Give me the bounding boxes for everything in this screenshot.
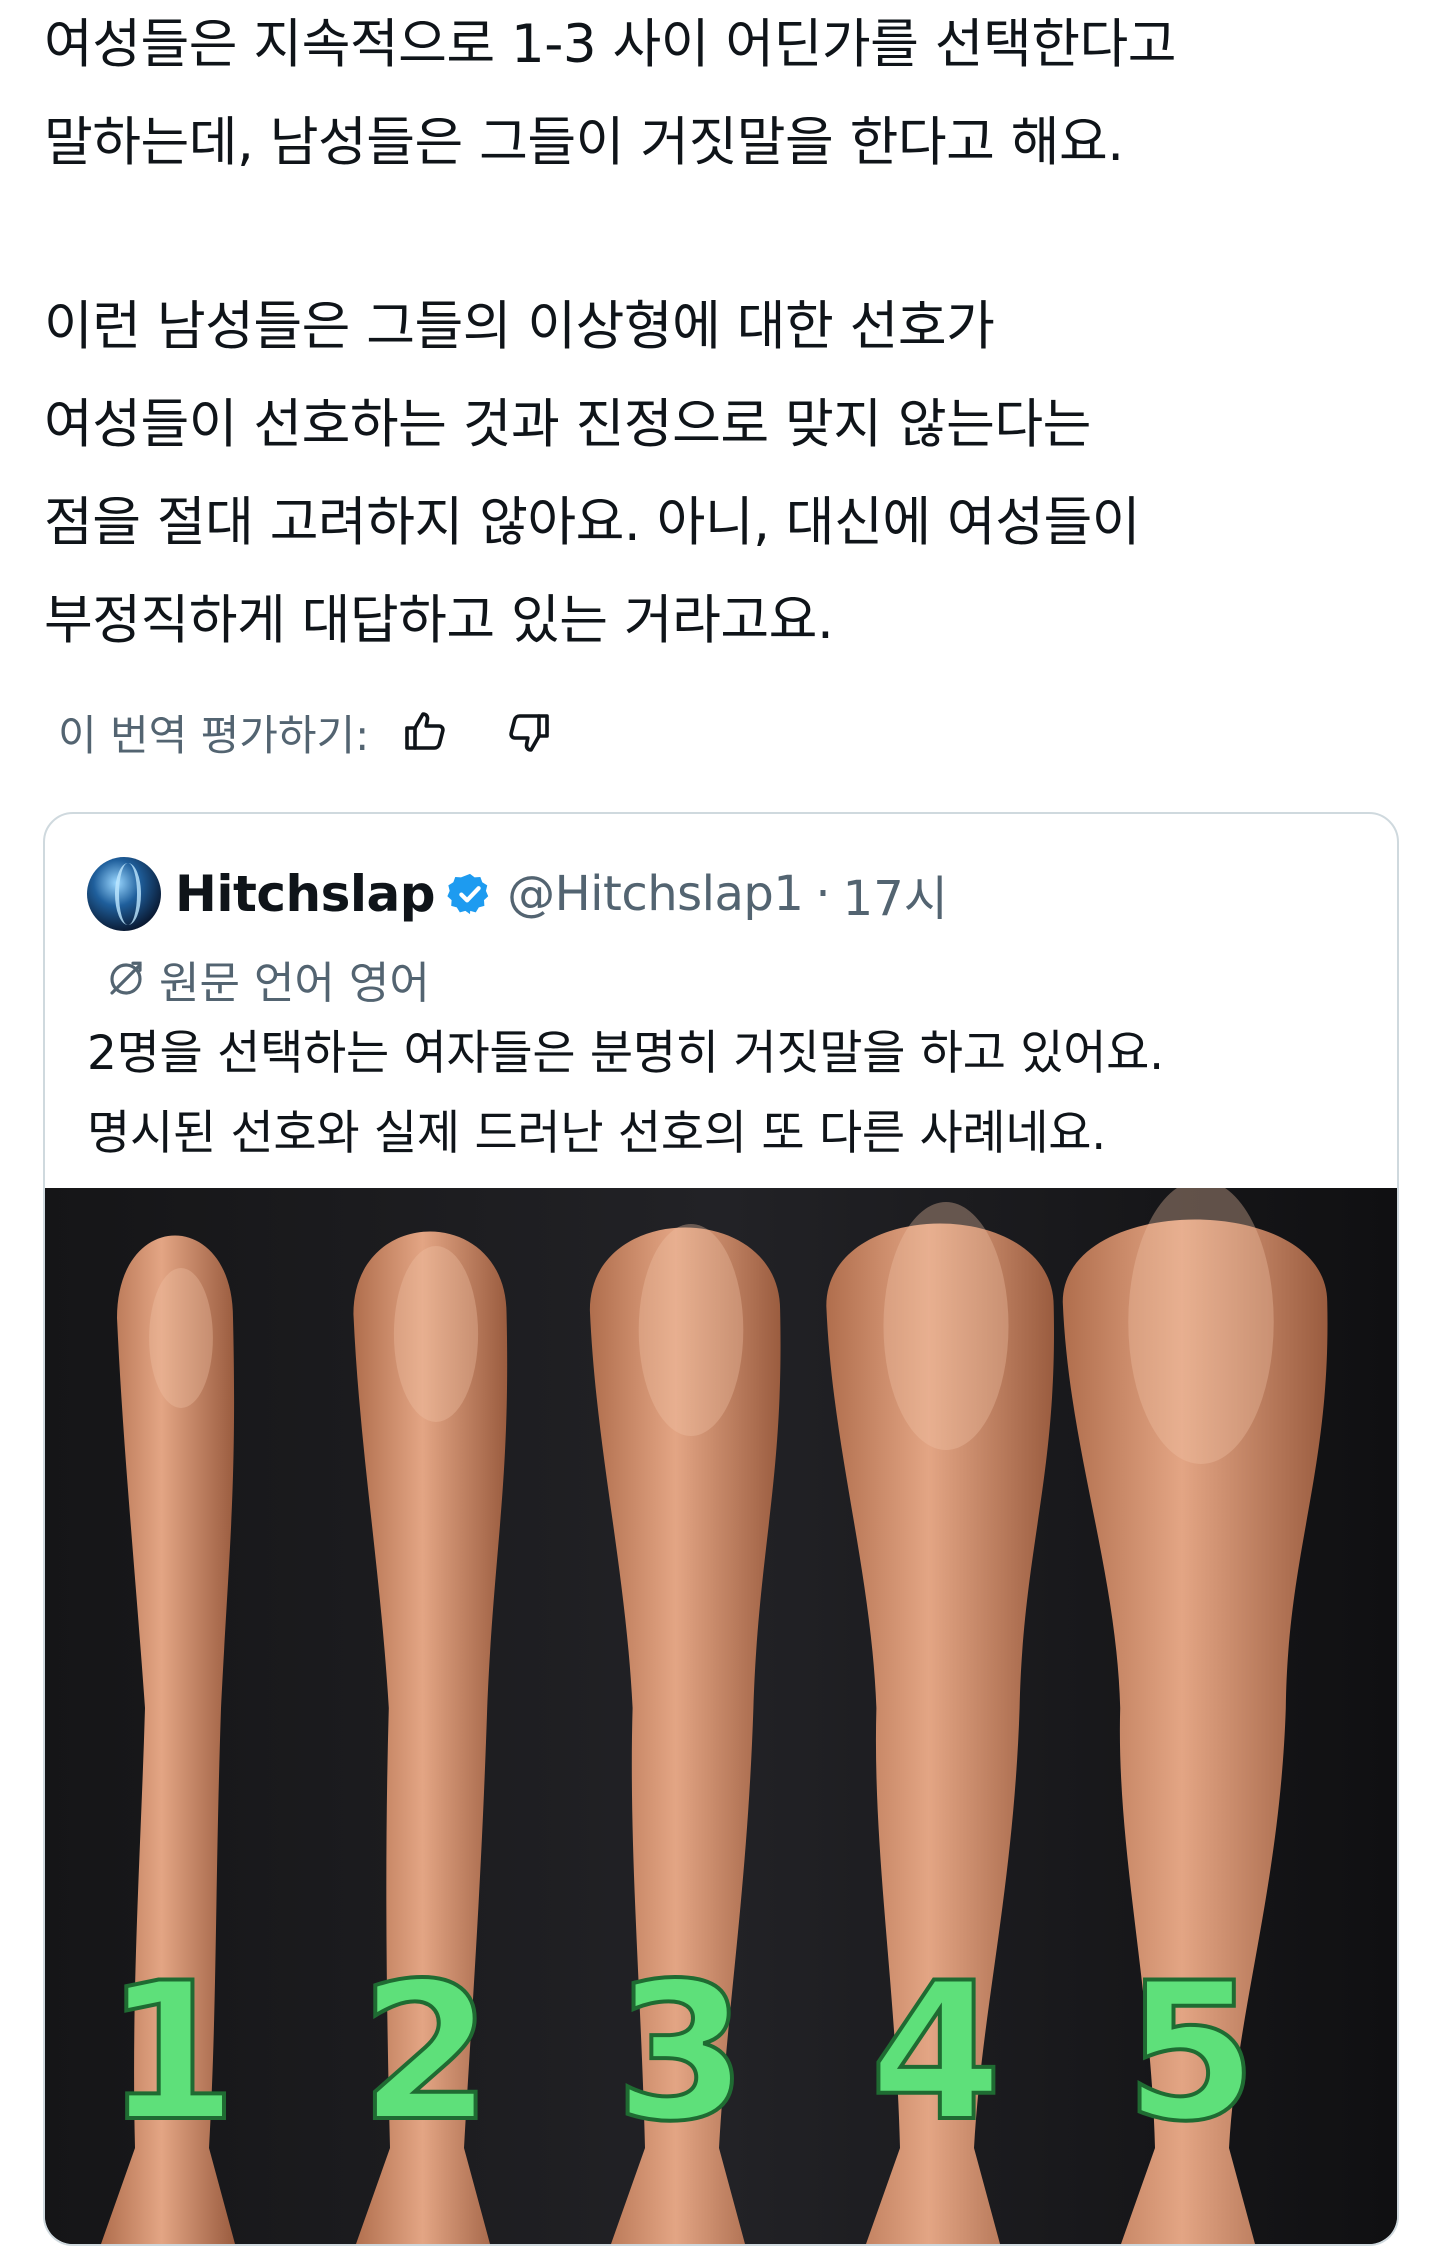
quoted-tweet-text: 2명을 선택하는 여자들은 분명히 거짓말을 하고 있어요. 명시된 선호와 실… (87, 1014, 1377, 1174)
arm-number-3: 3 (615, 1942, 747, 2163)
arm-number-4: 4 (870, 1942, 1002, 2163)
translation-rating: 이 번역 평가하기: (58, 700, 555, 764)
arms-illustration: 12345 (45, 1188, 1397, 2244)
thumbs-down-icon (509, 714, 550, 752)
quoted-tweet-card[interactable]: Hitchslap @Hitchslap1 · 17시 원문 언어 영어 2명을… (43, 812, 1399, 2246)
timestamp[interactable]: 17시 (843, 859, 948, 929)
arm-number-5: 5 (1125, 1942, 1257, 2163)
arm-muscle-highlight (638, 1224, 744, 1436)
quoted-tweet-line: 명시된 선호와 실제 드러난 선호의 또 다른 사례네요. (87, 1106, 1106, 1161)
verified-badge-icon (447, 873, 489, 915)
tweet-line: 부정직하게 대답하고 있는 거라고요. (44, 590, 834, 651)
tweet-paragraph-1: 여성들은 지속적으로 1-3 사이 어딘가를 선택한다고 말하는데, 남성들은 … (44, 0, 1404, 192)
display-name[interactable]: Hitchslap (175, 865, 436, 923)
arm-number-2: 2 (360, 1942, 492, 2163)
arm-muscle-highlight (393, 1246, 479, 1422)
original-language-label: 원문 언어 영어 (159, 958, 430, 1009)
quoted-tweet-line: 2명을 선택하는 여자들은 분명히 거짓말을 하고 있어요. (87, 1026, 1164, 1081)
quoted-tweet-image[interactable]: 12345 (45, 1188, 1397, 2244)
tweet-line: 말하는데, 남성들은 그들이 거짓말을 한다고 해요. (44, 112, 1124, 173)
separator: · (815, 866, 831, 922)
translation-rating-label: 이 번역 평가하기: (58, 710, 370, 760)
tweet-line: 이런 남성들은 그들의 이상형에 대한 선호가 (44, 296, 995, 357)
arm-muscle-highlight (1128, 1188, 1274, 1464)
thumbs-down-button[interactable] (503, 706, 555, 758)
quoted-tweet-header: Hitchslap @Hitchslap1 · 17시 (87, 854, 948, 934)
arm-number-1: 1 (105, 1942, 237, 2163)
translate-icon (110, 961, 142, 995)
tweet-line: 여성들이 선호하는 것과 진정으로 맞지 않는다는 (44, 394, 1091, 455)
handle[interactable]: @Hitchslap1 (507, 866, 804, 922)
tweet-line: 점을 절대 고려하지 않아요. 아니, 대신에 여성들이 (44, 492, 1140, 553)
original-language: 원문 언어 영어 (105, 944, 430, 1014)
arm-muscle-highlight (149, 1268, 213, 1408)
arm-muscle-highlight (883, 1202, 1009, 1450)
tweet-line: 여성들은 지속적으로 1-3 사이 어딘가를 선택한다고 (44, 14, 1177, 75)
thumbs-up-icon (405, 712, 446, 750)
avatar[interactable] (87, 857, 161, 931)
thumbs-up-button[interactable] (399, 706, 451, 758)
tweet-paragraph-2: 이런 남성들은 그들의 이상형에 대한 선호가 여성들이 선호하는 것과 진정으… (44, 278, 1404, 670)
